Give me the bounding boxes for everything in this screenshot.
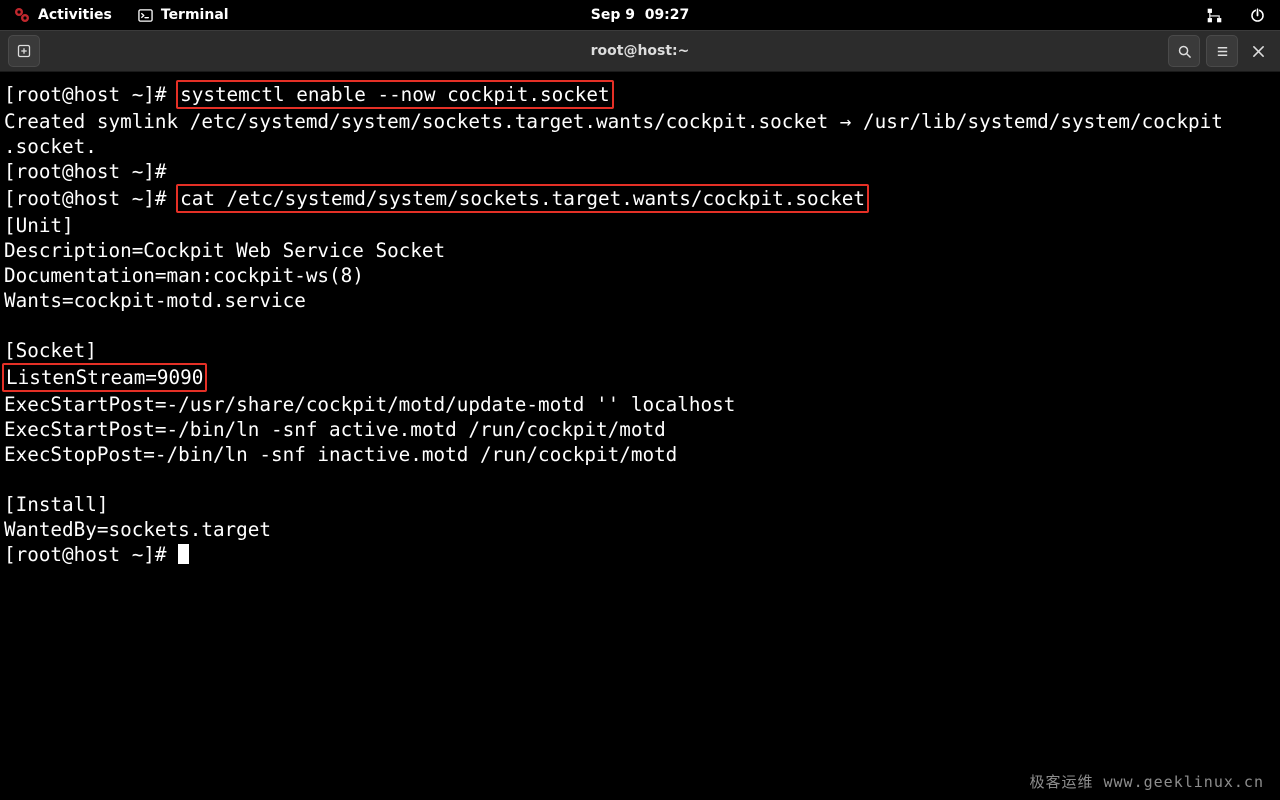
- terminal-viewport[interactable]: [root@host ~]# systemctl enable --now co…: [0, 72, 1280, 800]
- gnome-topbar: Activities Terminal Sep 9 09:27: [0, 0, 1280, 30]
- activities-button[interactable]: Activities: [14, 7, 112, 23]
- activities-label: Activities: [38, 7, 112, 23]
- highlight-box: cat /etc/systemd/system/sockets.target.w…: [176, 184, 869, 213]
- hamburger-menu-button[interactable]: [1206, 35, 1238, 67]
- highlight-box: systemctl enable --now cockpit.socket: [176, 80, 614, 109]
- window-title: root@host:~: [591, 43, 690, 59]
- watermark-text: 极客运维 www.geeklinux.cn: [1029, 771, 1264, 792]
- text-cursor: [178, 544, 189, 564]
- distro-logo-icon: [14, 7, 30, 23]
- close-icon: [1252, 45, 1265, 58]
- close-window-button[interactable]: [1244, 35, 1272, 67]
- new-tab-icon: [16, 43, 32, 59]
- search-button[interactable]: [1168, 35, 1200, 67]
- network-icon[interactable]: [1206, 7, 1223, 24]
- power-icon[interactable]: [1249, 7, 1266, 24]
- terminal-headerbar: root@host:~: [0, 30, 1280, 72]
- new-tab-button[interactable]: [8, 35, 40, 67]
- active-app-label: Terminal: [161, 7, 229, 23]
- terminal-app-icon: [138, 8, 153, 23]
- clock-label[interactable]: Sep 9 09:27: [591, 7, 690, 23]
- highlight-box: ListenStream=9090: [2, 363, 207, 392]
- search-icon: [1177, 44, 1192, 59]
- hamburger-icon: [1215, 44, 1230, 59]
- terminal-output: [root@host ~]# systemctl enable --now co…: [4, 80, 1280, 567]
- active-app-indicator[interactable]: Terminal: [138, 7, 229, 23]
